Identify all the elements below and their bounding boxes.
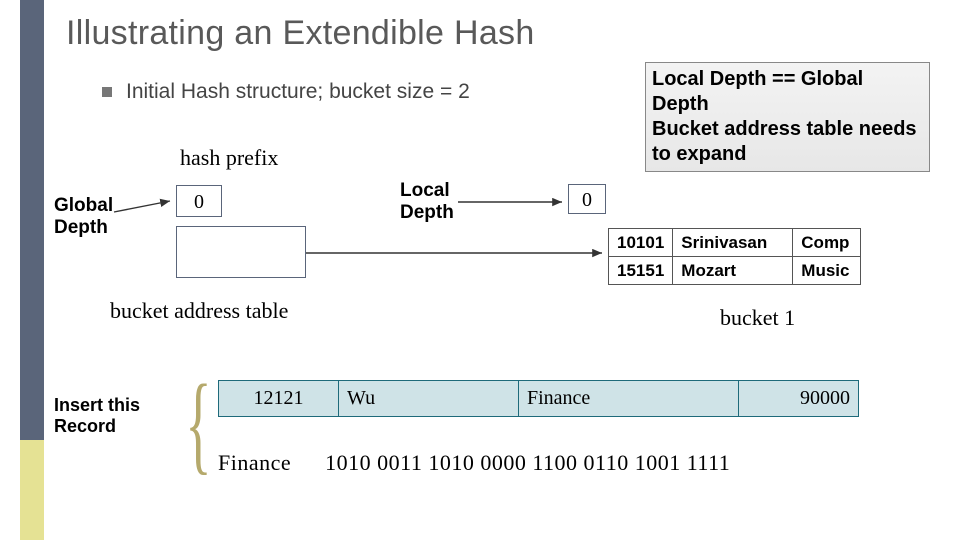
cell-dept: Comp (793, 229, 861, 257)
cell-id: 15151 (609, 257, 673, 285)
bullet-icon (102, 87, 112, 97)
hash-bits: 1010 0011 1010 0000 1100 0110 1001 1111 (325, 450, 730, 475)
address-table-cell (176, 226, 306, 278)
insert-record-table: 12121 Wu Finance 90000 (218, 380, 859, 417)
table-row: 12121 Wu Finance 90000 (219, 381, 859, 417)
stripe-yellow (20, 440, 44, 540)
global-depth-label: Global Depth (54, 195, 113, 239)
cell-name: Wu (339, 381, 519, 417)
cell-name: Mozart (673, 257, 793, 285)
bullet-text: Initial Hash structure; bucket size = 2 (126, 80, 470, 104)
arrow-global-depth (114, 200, 184, 260)
hash-bits-row: Finance 1010 0011 1010 0000 1100 0110 10… (218, 450, 730, 476)
table-row: 15151 Mozart Music (609, 257, 861, 285)
bucket-1-table: 10101 Srinivasan Comp 15151 Mozart Music (608, 228, 861, 285)
cell-id: 10101 (609, 229, 673, 257)
stripe-blue (20, 0, 44, 440)
brace-icon: { (185, 360, 211, 487)
hash-prefix-label: hash prefix (180, 145, 278, 171)
callout-box: Local Depth == Global Depth Bucket addre… (645, 62, 930, 172)
side-stripe (20, 0, 44, 540)
local-depth-box: 0 (568, 184, 606, 214)
hash-dept-label: Finance (218, 450, 291, 475)
bucket-address-table-label: bucket address table (110, 298, 288, 324)
cell-dept: Finance (519, 381, 739, 417)
bullet-row: Initial Hash structure; bucket size = 2 (102, 80, 470, 104)
cell-salary: 90000 (739, 381, 859, 417)
arrow-local-depth (458, 196, 578, 210)
cell-id: 12121 (219, 381, 339, 417)
arrow-to-bucket (306, 245, 606, 265)
bucket-1-label: bucket 1 (720, 305, 795, 331)
slide-title: Illustrating an Extendible Hash (66, 14, 535, 53)
slide: Illustrating an Extendible Hash Initial … (0, 0, 960, 540)
local-depth-label: Local Depth (400, 180, 454, 224)
insert-record-label: Insert this Record (54, 395, 140, 436)
cell-dept: Music (793, 257, 861, 285)
table-row: 10101 Srinivasan Comp (609, 229, 861, 257)
cell-name: Srinivasan (673, 229, 793, 257)
